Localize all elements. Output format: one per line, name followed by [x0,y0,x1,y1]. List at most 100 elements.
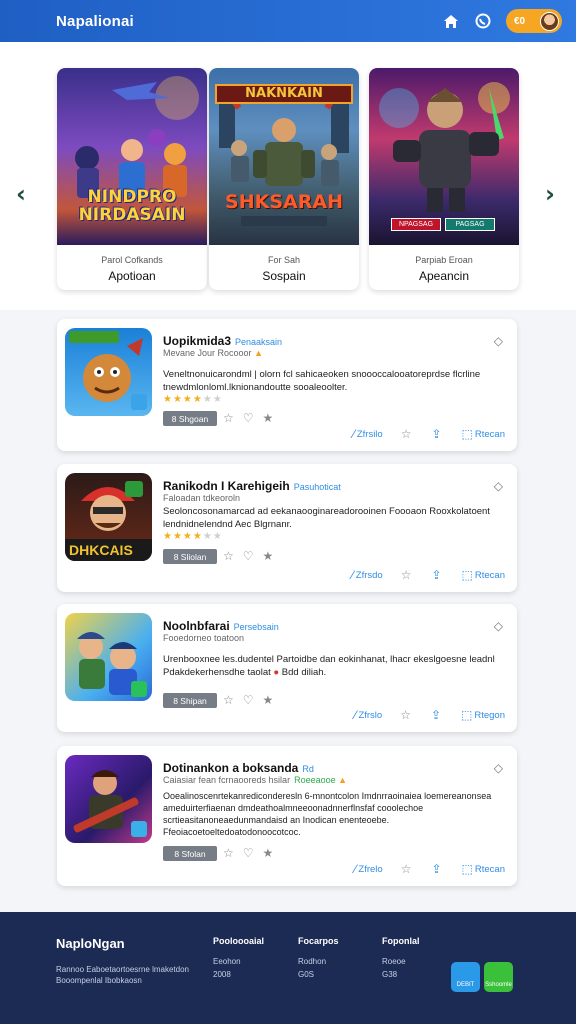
store-badge-2[interactable]: Sshoomle [484,962,513,992]
share-action[interactable]: ⇪ [431,708,443,722]
featured-card-3[interactable]: NPAGSAG PAGSAG Parpiab Eroan Apeancin [369,68,519,290]
download-action[interactable]: ⬚ Rtegon [461,708,505,722]
game-art-3: NPAGSAG PAGSAG [369,68,519,245]
footer-link[interactable]: G0S [298,968,339,981]
game-art-title-2: SHKSARAH [225,191,343,213]
footer-link[interactable]: Eeohon [213,955,264,968]
profile-action[interactable]: ⁄ Zfrelo [354,862,382,876]
game-thumbnail-3[interactable] [65,613,152,701]
game-title-2[interactable]: Ranikodn I Karehigeih Pasuhoticat [163,479,341,493]
favorite-action[interactable]: ☆ [401,862,414,876]
carousel-prev-arrow[interactable]: ‹ [16,180,26,208]
card-subtitle-1: Parol Cofkands [101,255,163,265]
game-title-text-2: Ranikodn I Karehigeih [163,479,290,493]
footer-link[interactable]: 2008 [213,968,264,981]
game-chip-1: NPAGSAG [391,218,441,231]
game-meta-4: Caiasiar fean fcrnaooreds hsilar Roeeaooe… [163,775,347,785]
game-title-4[interactable]: Dotinankon a boksanda Rd [163,761,314,775]
download-action-label: Rtecan [474,863,505,875]
profile-action[interactable]: ⁄ Zfrslo [354,708,382,722]
share-icon: ⇪ [430,708,442,722]
carousel-next-arrow[interactable]: › [545,180,555,208]
game-thumbnail-1[interactable] [65,328,152,416]
featured-card-2[interactable]: NAKNKAIN SHKSARAH For Sah Sospain [209,68,359,290]
heart-icon[interactable]: ♡ [243,411,254,425]
game-list-item-2[interactable]: DHKCAIS Ranikodn I Karehigeih Pasuhoticat… [57,464,517,592]
top-app-bar: Napalionai €0 [0,0,576,42]
store-badge-1[interactable]: DEBIT [451,962,480,992]
heart-icon[interactable]: ♡ [243,693,254,707]
heart-icon[interactable]: ♡ [243,549,254,563]
star-outline-icon[interactable]: ☆ [223,411,234,425]
home-icon[interactable] [442,12,460,30]
genre-tag-3: Persebsain [233,622,279,632]
diamond-icon[interactable]: ◇ [494,334,503,348]
flame-icon: ▲ [338,775,348,785]
game-description-tail-3: Bdd diliah. [281,667,327,678]
footer-link[interactable]: G38 [382,968,420,981]
profile-action[interactable]: ⁄ Zfrsilo [353,427,383,441]
star-icon[interactable]: ★ [263,549,274,563]
profile-action-label: Zfrsdo [355,569,383,581]
download-action[interactable]: ⬚ Rtecan [462,427,505,441]
profile-action[interactable]: ⁄ Zfrsdo [352,568,383,582]
game-list-item-4[interactable]: Dotinankon a boksanda Rd Caiasiar fean fc… [57,746,517,886]
favorite-action[interactable]: ☆ [400,708,413,722]
stage-badge-4[interactable]: 8 Sfolan [163,846,217,861]
stage-badge-3[interactable]: 8 Shipan [163,693,217,708]
star-outline-icon[interactable]: ☆ [223,846,234,860]
item-actions-4: ⁄ Zfrelo ☆ ⇪ ⬚ Rtecan [336,862,505,876]
download-action-label: Rtecan [474,569,505,581]
card-name-2: Sospain [262,269,306,283]
star-icon[interactable]: ★ [263,693,274,707]
avatar[interactable] [540,11,559,31]
star-icon[interactable]: ★ [263,411,274,425]
download-icon: ⬚ [461,708,473,722]
diamond-icon[interactable]: ◇ [494,761,503,775]
footer-link[interactable]: Rodhon [298,955,339,968]
heart-icon[interactable]: ♡ [243,846,254,860]
brand-title[interactable]: Napalionai [56,13,442,30]
item-actions-2: ⁄ Zfrsdo ☆ ⇪ ⬚ Rtecan [334,568,505,582]
diamond-icon[interactable]: ◇ [494,619,503,633]
game-title-text-3: Noolnbfarai [163,619,230,633]
download-action[interactable]: ⬚ Rtecan [462,568,505,582]
featured-card-1[interactable]: NINDPRO NIRDASAIN Parol Cofkands Apotioa… [57,68,207,290]
game-list-item-3[interactable]: Noolnbfarai Persebsain Fooedorneo toatoon… [57,604,517,732]
share-action[interactable]: ⇪ [431,568,443,582]
footer-column-3: Foponlal Roeoe G38 [382,936,420,981]
star-outline-icon: ☆ [400,568,412,582]
star-outline-icon[interactable]: ☆ [223,549,234,563]
coin-balance-pill[interactable]: €0 [506,9,562,33]
phone-icon[interactable] [474,12,492,30]
game-title-1[interactable]: Uopikmida3 Penaaksain [163,334,282,348]
game-description-text-3: Urenbooxnee les.dudentel Partoidbe dan e… [163,654,495,678]
star-icon[interactable]: ★ [263,846,274,860]
footer-link[interactable]: Roeoe [382,955,420,968]
game-art-title-1: NINDPRO NIRDASAIN [78,187,186,225]
download-action[interactable]: ⬚ Rtecan [462,862,505,876]
star-outline-icon: ☆ [400,427,412,441]
game-meta-2: Faloadan tdkeoroln [163,493,241,503]
game-thumbnail-4[interactable] [65,755,152,843]
mini-icons-1: ☆ ♡ ★ [223,411,282,425]
genre-tag-4: Rd [302,764,314,774]
stage-badge-1[interactable]: 8 Shgoan [163,411,217,426]
favorite-action[interactable]: ☆ [401,427,414,441]
coin-label: €0 [514,15,526,27]
game-thumbnail-2[interactable]: DHKCAIS [65,473,152,561]
stage-badge-2[interactable]: 8 Sliolan [163,549,217,564]
footer-brand[interactable]: NaploNgan [56,936,125,951]
share-action[interactable]: ⇪ [431,427,443,441]
diamond-icon[interactable]: ◇ [494,479,503,493]
game-meta-text-1: Mevane Jour Rocooor [163,348,252,358]
card-subtitle-2: For Sah [267,255,300,265]
game-banner-2: NAKNKAIN [215,84,353,104]
game-list-item-1[interactable]: Uopikmida3 Penaaksain Mevane Jour Rocooor… [57,319,517,451]
game-title-3[interactable]: Noolnbfarai Persebsain [163,619,279,633]
share-action[interactable]: ⇪ [431,862,443,876]
star-outline-icon[interactable]: ☆ [223,693,234,707]
item-actions-1: ⁄ Zfrsilo ☆ ⇪ ⬚ Rtecan [335,427,505,441]
favorite-action[interactable]: ☆ [401,568,414,582]
site-footer: NaploNgan Rannoo Eaboetaortoesrne lmaket… [0,912,576,1024]
